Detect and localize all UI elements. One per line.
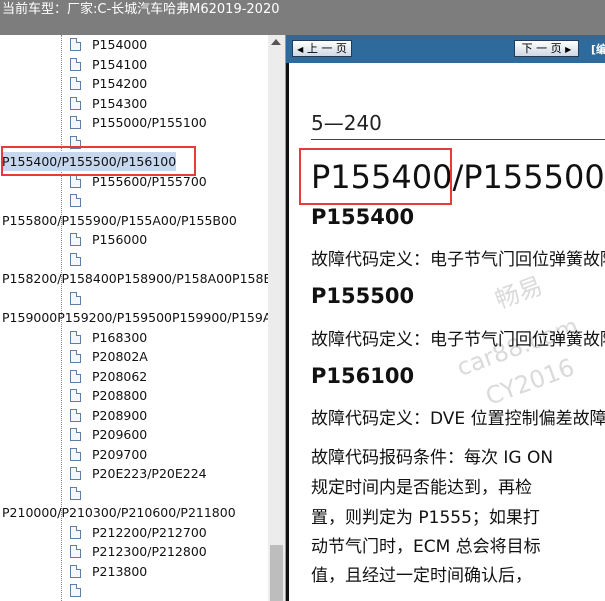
code-heading-3: P156100 (311, 364, 415, 388)
tree-item[interactable]: P154000 (92, 35, 147, 54)
code-definition-1: 故障代码定义：电子节气门回位弹簧故障 (311, 250, 605, 270)
tree-item[interactable]: P212200/P212700 (92, 523, 207, 542)
document-icon[interactable] (70, 369, 81, 383)
document-panel: ◀ 上 一 页 下 一 页 ▶ [编 畅易 car88.com CY2016 5… (286, 35, 605, 601)
document-page: 畅易 car88.com CY2016 5—240 P155400/P15550… (286, 63, 605, 601)
document-icon[interactable] (70, 447, 81, 461)
document-icon[interactable] (70, 428, 81, 441)
left-arrow-icon: ◀ (297, 45, 304, 54)
document-icon[interactable] (70, 38, 81, 51)
tree-item[interactable]: P20802A (92, 347, 148, 366)
tree-item[interactable]: P209600 (92, 425, 147, 444)
document-icon[interactable] (70, 330, 81, 344)
watermark-text-1: 畅易 (491, 271, 547, 315)
condition-line-4: 动节气门时，ECM 总会将目标 (311, 537, 541, 557)
selection-highlight-box (1, 146, 196, 176)
document-icon[interactable] (70, 486, 81, 500)
tree-item[interactable]: P20E223/P20E224 (92, 464, 207, 483)
document-icon[interactable] (70, 389, 81, 402)
code-tree: P154000 P154100 P154200 P154300 P155000/P155… (0, 35, 268, 601)
document-icon[interactable] (70, 96, 81, 110)
document-icon[interactable] (70, 545, 81, 558)
tree-item[interactable]: P213800 (92, 562, 147, 581)
document-icon[interactable] (70, 174, 81, 188)
header-divider (311, 139, 605, 140)
document-icon[interactable] (70, 467, 81, 480)
next-page-label: 下 一 页 (521, 42, 562, 55)
scroll-thumb[interactable] (270, 545, 283, 601)
tree-item[interactable]: P154300 (92, 94, 147, 113)
document-icon[interactable] (70, 252, 81, 266)
tree-item[interactable]: P168300 (92, 328, 147, 347)
prev-page-label: 上 一 页 (306, 42, 347, 55)
tree-item[interactable]: P155000/P155100 (92, 113, 207, 132)
document-icon[interactable] (70, 525, 81, 539)
tree-item[interactable]: P155800/P155900/P155A00/P155B00 (2, 211, 237, 230)
condition-line-2: 规定时间内是否能达到，再检 (311, 478, 532, 498)
document-icon[interactable] (70, 57, 81, 71)
document-icon[interactable] (70, 291, 81, 305)
tree-item[interactable]: P208062 (92, 367, 147, 386)
document-icon[interactable] (70, 233, 81, 246)
tree-item[interactable]: P154100 (92, 55, 147, 74)
document-icon[interactable] (70, 350, 81, 363)
condition-line-1: 故障代码报码条件：每次 IG ON (311, 448, 554, 468)
page-nav-toolbar: ◀ 上 一 页 下 一 页 ▶ [编 (286, 35, 605, 63)
tree-item[interactable]: P156000 (92, 230, 147, 249)
prev-page-button[interactable]: ◀ 上 一 页 (292, 40, 352, 57)
document-icon[interactable] (70, 564, 81, 578)
tree-item[interactable]: P208800 (92, 386, 147, 405)
title-bar: 当前车型：厂家:C-长城汽车哈弗M62019-2020 (0, 0, 605, 35)
document-icon[interactable] (70, 77, 81, 90)
tree-item[interactable]: P209700 (92, 445, 147, 464)
code-definition-2: 故障代码定义：电子节气门回位弹簧故障 (311, 330, 605, 350)
tree-item[interactable]: P208900 (92, 406, 147, 425)
code-definition-3: 故障代码定义：DVE 位置控制偏差故障 (311, 409, 605, 429)
tree-scrollbar[interactable] (268, 35, 285, 601)
tree-item[interactable]: P158200/P158400P158900/P158A00P158E (2, 269, 268, 288)
title-highlight-box (299, 148, 452, 205)
condition-line-3: 置，则判定为 P1555；如果打 (311, 508, 540, 528)
next-page-button[interactable]: 下 一 页 ▶ (514, 40, 579, 57)
document-icon[interactable] (70, 584, 81, 597)
document-icon[interactable] (70, 194, 81, 207)
document-icon[interactable] (70, 116, 81, 129)
page-number: 5—240 (311, 111, 382, 135)
code-heading-1: P155400 (311, 205, 415, 229)
right-arrow-icon: ▶ (565, 45, 572, 54)
tree-panel: P154000 P154100 P154200 P154300 P155000/P155… (0, 35, 286, 601)
current-car-label: 当前车型：厂家:C-长城汽车哈弗M62019-2020 (2, 2, 280, 17)
scroll-up-arrow-icon[interactable] (271, 39, 281, 45)
tree-item[interactable]: P212300/P212800 (92, 542, 207, 561)
tree-item[interactable]: P159000P159200/P159500P159900/P159A (2, 308, 268, 327)
condition-line-5: 值，且经过一定时间确认后， (311, 566, 532, 586)
tree-item[interactable]: P154200 (92, 74, 147, 93)
code-heading-2: P155500 (311, 284, 415, 308)
toolbar-edit-label[interactable]: [编 (591, 41, 605, 57)
document-icon[interactable] (70, 408, 81, 422)
tree-item[interactable]: P210000/P210300/P210600/P211800 (2, 503, 236, 522)
